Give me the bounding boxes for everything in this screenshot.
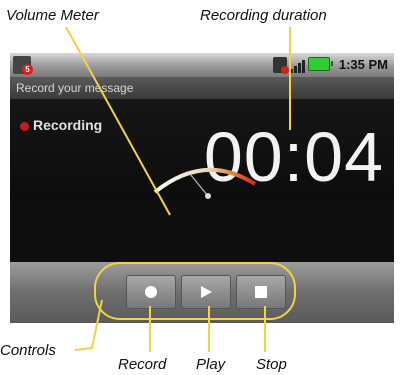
callout-lines	[65, 26, 291, 352]
volume-meter-leader	[65, 26, 171, 216]
controls-leader	[74, 299, 103, 351]
